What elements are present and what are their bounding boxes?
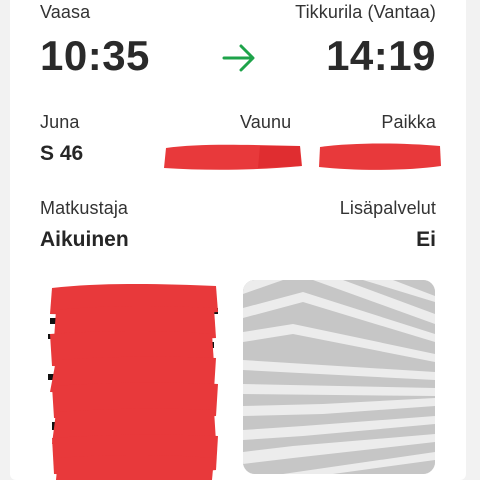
ticket-pattern-image xyxy=(243,280,435,474)
passenger-value: Aikuinen xyxy=(40,228,129,251)
seat-label: Paikka xyxy=(381,112,436,132)
arrow-right-icon xyxy=(222,44,255,72)
train-value: S 46 xyxy=(40,142,84,165)
car-label: Vaunu xyxy=(240,112,292,132)
seat-value-redaction xyxy=(319,143,441,170)
departure-station: Vaasa xyxy=(40,2,91,22)
departure-time: 10:35 xyxy=(40,32,150,79)
passenger-values-row: Aikuinen Ei xyxy=(40,228,436,258)
passenger-labels-row: Matkustaja Lisäpalvelut xyxy=(40,198,436,222)
arrival-station: Tikkurila (Vantaa) xyxy=(295,2,436,22)
qr-code-redaction xyxy=(46,282,222,480)
arrival-time: 14:19 xyxy=(326,32,436,79)
train-label: Juna xyxy=(40,112,80,132)
ticket-card: Vaasa Tikkurila (Vantaa) 10:35 14:19 Jun… xyxy=(10,0,466,480)
passenger-label: Matkustaja xyxy=(40,198,129,218)
extras-value: Ei xyxy=(416,228,436,251)
station-row: Vaasa Tikkurila (Vantaa) xyxy=(40,2,436,28)
train-labels-row: Juna Paikka xyxy=(40,112,436,136)
car-value-redaction xyxy=(164,144,302,170)
extras-label: Lisäpalvelut xyxy=(339,198,436,218)
